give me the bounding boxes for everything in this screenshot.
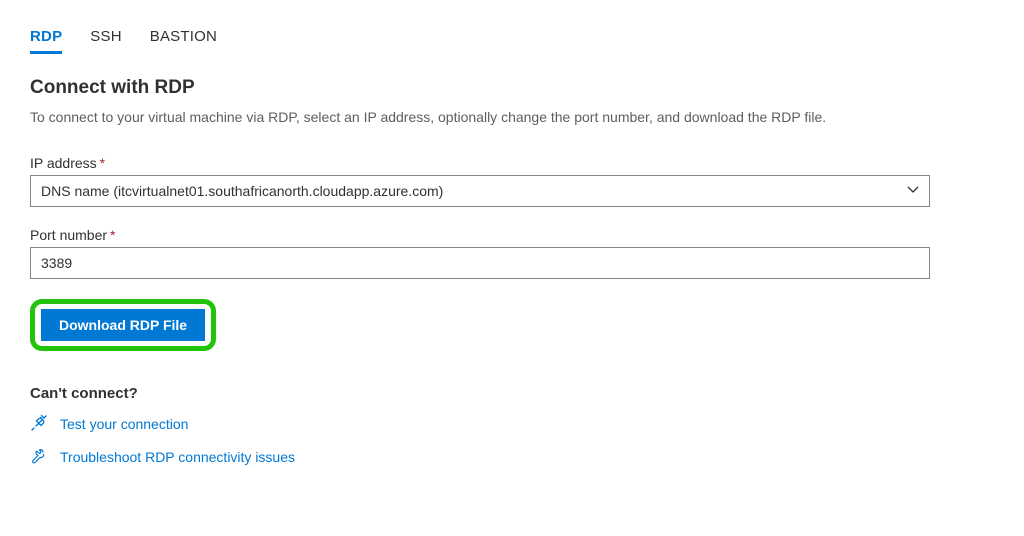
port-number-field: Port number* xyxy=(30,227,994,279)
test-connection-link[interactable]: Test your connection xyxy=(60,416,188,432)
plug-icon xyxy=(30,414,48,435)
connection-tabs: RDP SSH BASTION xyxy=(30,28,994,55)
ip-address-select[interactable] xyxy=(30,175,930,207)
tab-ssh[interactable]: SSH xyxy=(90,28,121,54)
ip-address-label-text: IP address xyxy=(30,155,97,171)
tab-bastion[interactable]: BASTION xyxy=(150,28,217,54)
port-number-input[interactable] xyxy=(30,247,930,279)
download-highlight: Download RDP File xyxy=(30,299,216,351)
test-connection-row: Test your connection xyxy=(30,414,994,435)
page-description: To connect to your virtual machine via R… xyxy=(30,107,930,129)
ip-address-select-wrap xyxy=(30,175,930,207)
wrench-icon xyxy=(30,447,48,468)
cant-connect-heading: Can't connect? xyxy=(30,385,994,402)
ip-address-field: IP address* xyxy=(30,155,994,207)
ip-address-label: IP address* xyxy=(30,155,994,171)
required-mark: * xyxy=(110,227,115,243)
troubleshoot-link[interactable]: Troubleshoot RDP connectivity issues xyxy=(60,449,295,465)
tab-rdp[interactable]: RDP xyxy=(30,28,62,54)
required-mark: * xyxy=(100,155,105,171)
port-number-label: Port number* xyxy=(30,227,994,243)
port-number-label-text: Port number xyxy=(30,227,107,243)
page-title: Connect with RDP xyxy=(30,77,994,99)
troubleshoot-row: Troubleshoot RDP connectivity issues xyxy=(30,447,994,468)
download-rdp-button[interactable]: Download RDP File xyxy=(41,309,205,341)
